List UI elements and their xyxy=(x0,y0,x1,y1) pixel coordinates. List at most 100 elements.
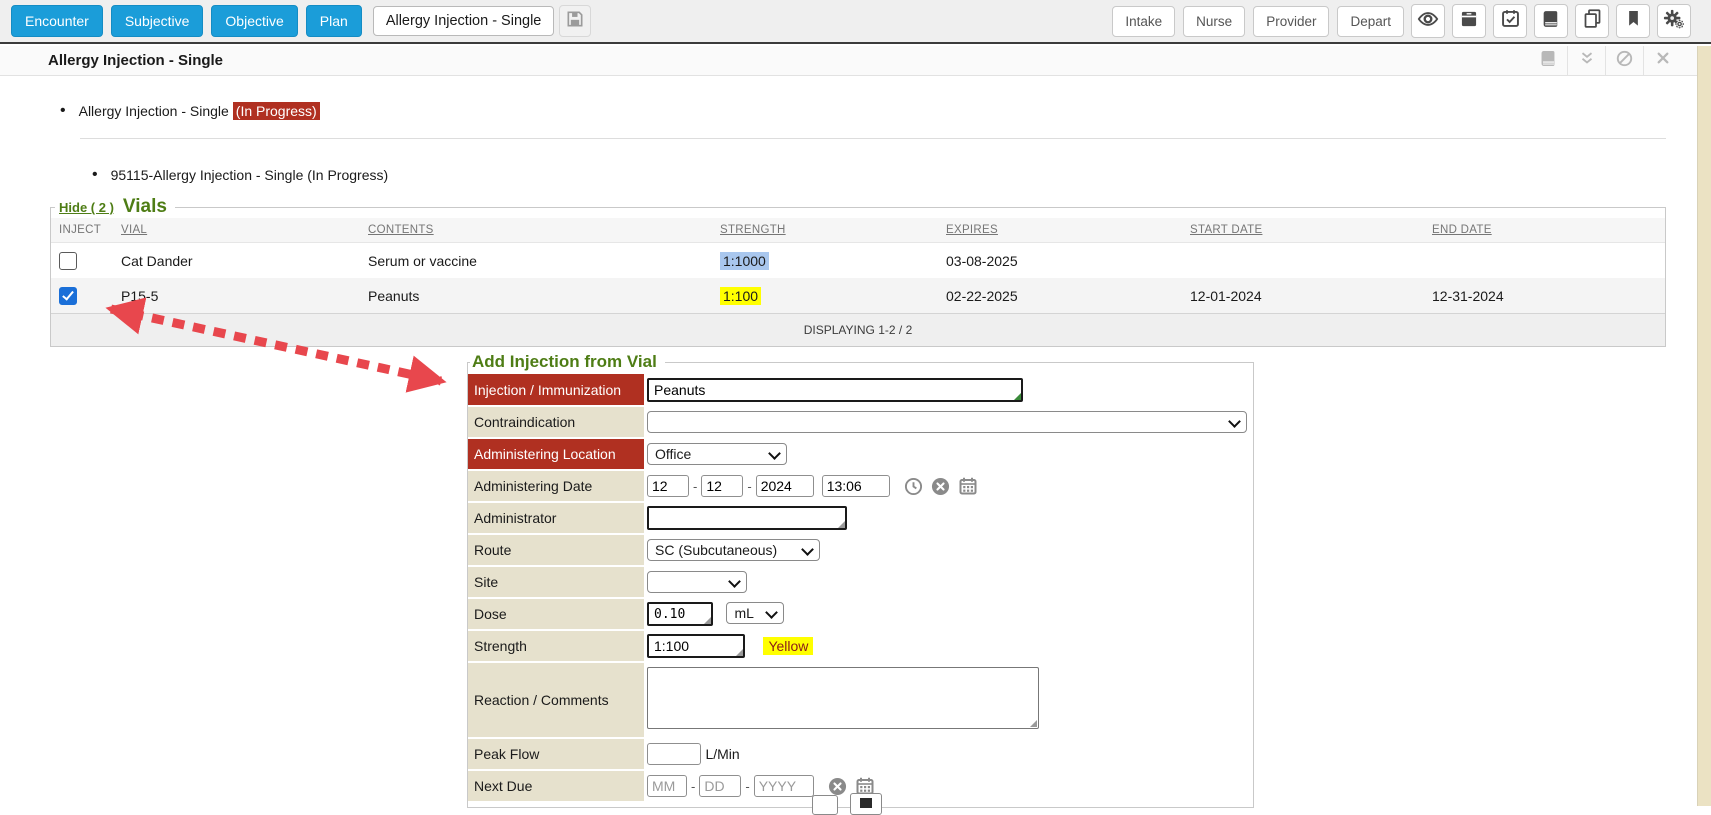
inject-checkbox[interactable] xyxy=(59,287,77,305)
subjective-button[interactable]: Subjective xyxy=(111,5,204,37)
eye-icon xyxy=(1417,8,1439,35)
eye-button[interactable] xyxy=(1411,4,1445,38)
dose-label: Dose xyxy=(468,598,644,630)
contraindication-select[interactable] xyxy=(647,411,1247,433)
admin-date-year-input[interactable] xyxy=(756,475,814,497)
clock-icon[interactable] xyxy=(904,477,923,496)
schedule-button[interactable] xyxy=(1493,4,1527,38)
vial-start-date xyxy=(1182,243,1424,279)
reaction-comments-textarea[interactable] xyxy=(647,667,1039,729)
clear-date-icon[interactable] xyxy=(828,777,847,796)
table-row-cat-dander: Cat Dander Serum or vaccine 1:1000 03-08… xyxy=(51,243,1665,279)
save-template-button[interactable] xyxy=(559,5,591,37)
vial-name: Cat Dander xyxy=(113,243,360,279)
next-due-month-input[interactable] xyxy=(647,775,687,797)
divider xyxy=(80,138,1666,139)
admin-date-day-input[interactable] xyxy=(701,475,743,497)
table-row-p15-5: P15-5 Peanuts 1:100 02-22-2025 12-01-202… xyxy=(51,278,1665,313)
dose-unit-select[interactable]: mL xyxy=(726,602,784,624)
reaction-comments-label: Reaction / Comments xyxy=(468,662,644,738)
route-select[interactable]: SC (Subcutaneous) xyxy=(647,539,820,561)
administering-date-label: Administering Date xyxy=(468,470,644,502)
status-bullet-procedure: • 95115-Allergy Injection - Single (In P… xyxy=(92,166,388,184)
plan-button[interactable]: Plan xyxy=(306,5,362,37)
depart-button[interactable]: Depart xyxy=(1337,6,1404,37)
settings-button[interactable] xyxy=(1657,4,1691,38)
vials-table: INJECT VIAL CONTENTS STRENGTH EXPIRES ST… xyxy=(51,218,1665,313)
peak-flow-input[interactable] xyxy=(647,743,701,765)
admin-time-input[interactable] xyxy=(822,475,890,497)
procedure-status-text: 95115-Allergy Injection - Single (In Pro… xyxy=(111,167,389,183)
col-end-date[interactable]: END DATE xyxy=(1424,218,1665,243)
peak-flow-label: Peak Flow xyxy=(468,738,644,770)
add-injection-title: Add Injection from Vial xyxy=(470,352,665,372)
next-due-label: Next Due xyxy=(468,770,644,802)
calendar-icon[interactable] xyxy=(958,476,978,496)
bottom-save-button[interactable] xyxy=(850,793,882,815)
archive-button[interactable] xyxy=(1452,4,1486,38)
col-expires[interactable]: EXPIRES xyxy=(938,218,1182,243)
form-row-dose: Dose mL xyxy=(468,598,1253,630)
floppy-disk-icon xyxy=(860,798,872,808)
next-due-day-input[interactable] xyxy=(699,775,741,797)
add-injection-section: Add Injection from Vial Injection / Immu… xyxy=(467,352,1254,808)
bookmark-button[interactable] xyxy=(1616,4,1650,38)
gears-icon xyxy=(1663,8,1685,35)
admin-date-month-input[interactable] xyxy=(647,475,689,497)
scrollbar-track[interactable] xyxy=(1697,46,1711,806)
vial-expires: 02-22-2025 xyxy=(938,278,1182,313)
vial-end-date: 12-31-2024 xyxy=(1424,278,1665,313)
bullet-dot: • xyxy=(92,166,98,184)
chart-book-button[interactable] xyxy=(1534,4,1568,38)
chevron-down-icon xyxy=(766,608,776,618)
panel-book-button[interactable] xyxy=(1530,46,1567,75)
nurse-button[interactable]: Nurse xyxy=(1183,6,1245,37)
administering-location-select[interactable]: Office xyxy=(647,443,787,465)
vial-strength: 1:100 xyxy=(720,287,761,305)
intake-button[interactable]: Intake xyxy=(1112,6,1175,37)
site-select[interactable] xyxy=(647,571,747,593)
resize-grip[interactable] xyxy=(736,649,743,656)
status-bullet-template: • Allergy Injection - Single (In Progres… xyxy=(60,102,320,120)
clear-date-icon[interactable] xyxy=(931,477,950,496)
injection-immunization-label: Injection / Immunization xyxy=(468,374,644,406)
panel-disable-button[interactable] xyxy=(1605,46,1643,75)
vial-name: P15-5 xyxy=(113,278,360,313)
bottom-action-button[interactable] xyxy=(812,795,838,815)
col-contents[interactable]: CONTENTS xyxy=(360,218,712,243)
panel-collapse-button[interactable] xyxy=(1567,46,1605,75)
provider-button[interactable]: Provider xyxy=(1253,6,1329,37)
administrator-input[interactable] xyxy=(647,506,847,530)
copy-button[interactable] xyxy=(1575,4,1609,38)
strength-label: Strength xyxy=(468,630,644,662)
panel-close-button[interactable] xyxy=(1643,46,1681,75)
vial-contents: Serum or vaccine xyxy=(360,243,712,279)
next-due-year-input[interactable] xyxy=(754,775,814,797)
resize-grip[interactable] xyxy=(1030,720,1037,727)
archive-box-icon xyxy=(1459,9,1479,34)
col-strength[interactable]: STRENGTH xyxy=(712,218,938,243)
injection-immunization-input[interactable] xyxy=(647,378,1023,402)
chevron-down-icon xyxy=(1229,417,1239,427)
form-row-reaction: Reaction / Comments xyxy=(468,662,1253,738)
col-vial[interactable]: VIAL xyxy=(113,218,360,243)
injection-form: Injection / Immunization Contraindicatio… xyxy=(468,374,1253,803)
resize-grip[interactable] xyxy=(1014,393,1021,400)
book-icon xyxy=(1539,49,1558,73)
peak-flow-unit: L/Min xyxy=(705,746,739,762)
inject-checkbox[interactable] xyxy=(59,252,77,270)
strength-input[interactable] xyxy=(647,634,745,658)
vial-contents: Peanuts xyxy=(360,278,712,313)
administrator-label: Administrator xyxy=(468,502,644,534)
copy-pages-icon xyxy=(1582,8,1603,34)
form-row-contraindication: Contraindication xyxy=(468,406,1253,438)
hide-vials-link[interactable]: Hide ( 2 ) xyxy=(59,200,114,215)
resize-grip[interactable] xyxy=(838,521,845,528)
encounter-button[interactable]: Encounter xyxy=(11,5,103,37)
form-row-injection: Injection / Immunization xyxy=(468,374,1253,406)
in-progress-badge: (In Progress) xyxy=(233,102,320,120)
template-name-box[interactable]: Allergy Injection - Single xyxy=(373,6,555,36)
col-start-date[interactable]: START DATE xyxy=(1182,218,1424,243)
resize-grip[interactable] xyxy=(704,617,711,624)
objective-button[interactable]: Objective xyxy=(211,5,297,37)
